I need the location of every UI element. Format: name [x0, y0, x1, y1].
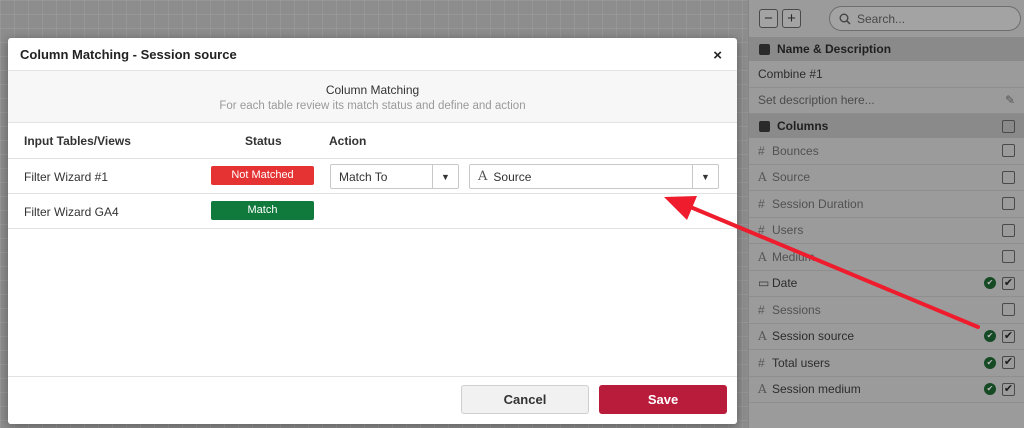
column-label: Session Duration [772, 196, 864, 211]
column-row[interactable]: A Session medium ✔ ✔ [749, 377, 1024, 403]
column-row[interactable]: A Source [749, 165, 1024, 191]
column-checkbox[interactable]: ✔ [1002, 276, 1015, 290]
column-checkbox[interactable] [1002, 170, 1015, 184]
table-header: Input Tables/Views Status Action [8, 123, 737, 159]
info-title: Column Matching [325, 83, 420, 97]
check-circle-icon: ✔ [984, 356, 996, 369]
properties-panel: − + Search... Name & Description Combine… [748, 0, 1024, 428]
column-checkbox[interactable] [1002, 250, 1015, 264]
number-type-icon: # [758, 143, 765, 158]
check-circle-icon: ✔ [984, 277, 996, 290]
header-status: Status [245, 134, 282, 148]
zoom-in-button[interactable]: + [782, 9, 801, 28]
table-name: Filter Wizard GA4 [24, 205, 119, 219]
column-row[interactable]: # Bounces [749, 138, 1024, 165]
column-checkbox[interactable] [1002, 144, 1015, 158]
column-checkbox[interactable]: ✔ [1002, 356, 1015, 370]
column-label: Date [772, 276, 798, 291]
column-row[interactable]: A Medium [749, 244, 1024, 271]
text-type-icon: A [758, 170, 767, 185]
column-label: Source [772, 170, 811, 185]
column-label: Session medium [772, 382, 861, 397]
action-select[interactable]: Match To ▼ [330, 164, 459, 189]
section-title: Columns [777, 119, 829, 133]
column-label: Users [772, 223, 804, 238]
number-type-icon: # [758, 223, 765, 238]
select-all-checkbox[interactable] [1002, 119, 1015, 133]
close-icon[interactable]: × [713, 47, 722, 64]
info-subtitle: For each table review its match status a… [219, 100, 526, 112]
column-row[interactable]: # Sessions [749, 297, 1024, 324]
table-row: Filter Wizard GA4 Match [8, 194, 737, 229]
status-badge: Match [211, 201, 314, 220]
number-type-icon: # [758, 196, 765, 211]
dialog-title: Column Matching - Session source [20, 46, 237, 62]
column-list: # Bounces A Source # Session Duration # Users A M… [749, 138, 1024, 403]
panel-toolbar: − + Search... [749, 0, 1024, 37]
description-placeholder: Set description here... [758, 93, 875, 108]
header-tables: Input Tables/Views [24, 134, 131, 148]
check-circle-icon: ✔ [984, 383, 996, 396]
column-checkbox[interactable] [1002, 197, 1015, 211]
target-value: Source [493, 169, 532, 184]
search-input[interactable]: Search... [829, 6, 1021, 31]
collapse-icon [759, 43, 770, 55]
text-type-icon: A [758, 329, 767, 344]
cancel-button[interactable]: Cancel [461, 385, 589, 414]
name-value: Combine #1 [758, 66, 823, 81]
number-type-icon: # [758, 302, 765, 317]
text-type-icon: A [758, 249, 767, 264]
column-row[interactable]: ▭ Date ✔ ✔ [749, 271, 1024, 297]
column-row[interactable]: A Session source ✔ ✔ [749, 324, 1024, 350]
collapse-icon [759, 120, 770, 132]
column-label: Bounces [772, 143, 819, 158]
section-name-description[interactable]: Name & Description [749, 37, 1024, 61]
column-label: Sessions [772, 302, 821, 317]
dialog-footer: Cancel Save [8, 376, 737, 424]
status-badge: Not Matched [211, 166, 314, 185]
target-column-select[interactable]: A Source ▼ [469, 164, 719, 189]
section-title: Name & Description [777, 42, 892, 56]
description-field[interactable]: Set description here... ✎ [749, 88, 1024, 114]
column-label: Medium [772, 249, 815, 264]
column-label: Total users [772, 355, 831, 370]
dialog-header: Column Matching - Session source [8, 38, 737, 71]
column-checkbox[interactable] [1002, 223, 1015, 237]
chevron-down-icon[interactable]: ▼ [432, 165, 458, 188]
header-action: Action [329, 134, 367, 148]
text-type-icon: A [758, 382, 767, 397]
number-type-icon: # [758, 355, 765, 370]
table-name: Filter Wizard #1 [24, 170, 109, 184]
text-type-icon: A [478, 169, 488, 184]
column-matching-dialog: Column Matching - Session source × Colum… [8, 38, 737, 424]
zoom-out-button[interactable]: − [759, 9, 778, 28]
column-checkbox[interactable] [1002, 303, 1015, 317]
pencil-icon[interactable]: ✎ [1005, 93, 1015, 107]
name-field[interactable]: Combine #1 [749, 61, 1024, 88]
search-placeholder: Search... [857, 11, 906, 26]
save-button[interactable]: Save [599, 385, 727, 414]
search-icon [839, 13, 851, 25]
column-row[interactable]: # Users [749, 218, 1024, 244]
column-checkbox[interactable]: ✔ [1002, 382, 1015, 396]
table-row: Filter Wizard #1 Not Matched Match To ▼ … [8, 159, 737, 194]
section-columns[interactable]: Columns [749, 114, 1024, 138]
column-checkbox[interactable]: ✔ [1002, 329, 1015, 343]
column-row[interactable]: # Session Duration [749, 191, 1024, 218]
column-row[interactable]: # Total users ✔ ✔ [749, 350, 1024, 377]
info-banner: Column Matching For each table review it… [8, 71, 737, 123]
column-label: Session source [772, 329, 855, 344]
action-value: Match To [339, 169, 388, 184]
chevron-down-icon[interactable]: ▼ [692, 165, 718, 188]
check-circle-icon: ✔ [984, 330, 996, 343]
calendar-icon: ▭ [758, 276, 770, 291]
